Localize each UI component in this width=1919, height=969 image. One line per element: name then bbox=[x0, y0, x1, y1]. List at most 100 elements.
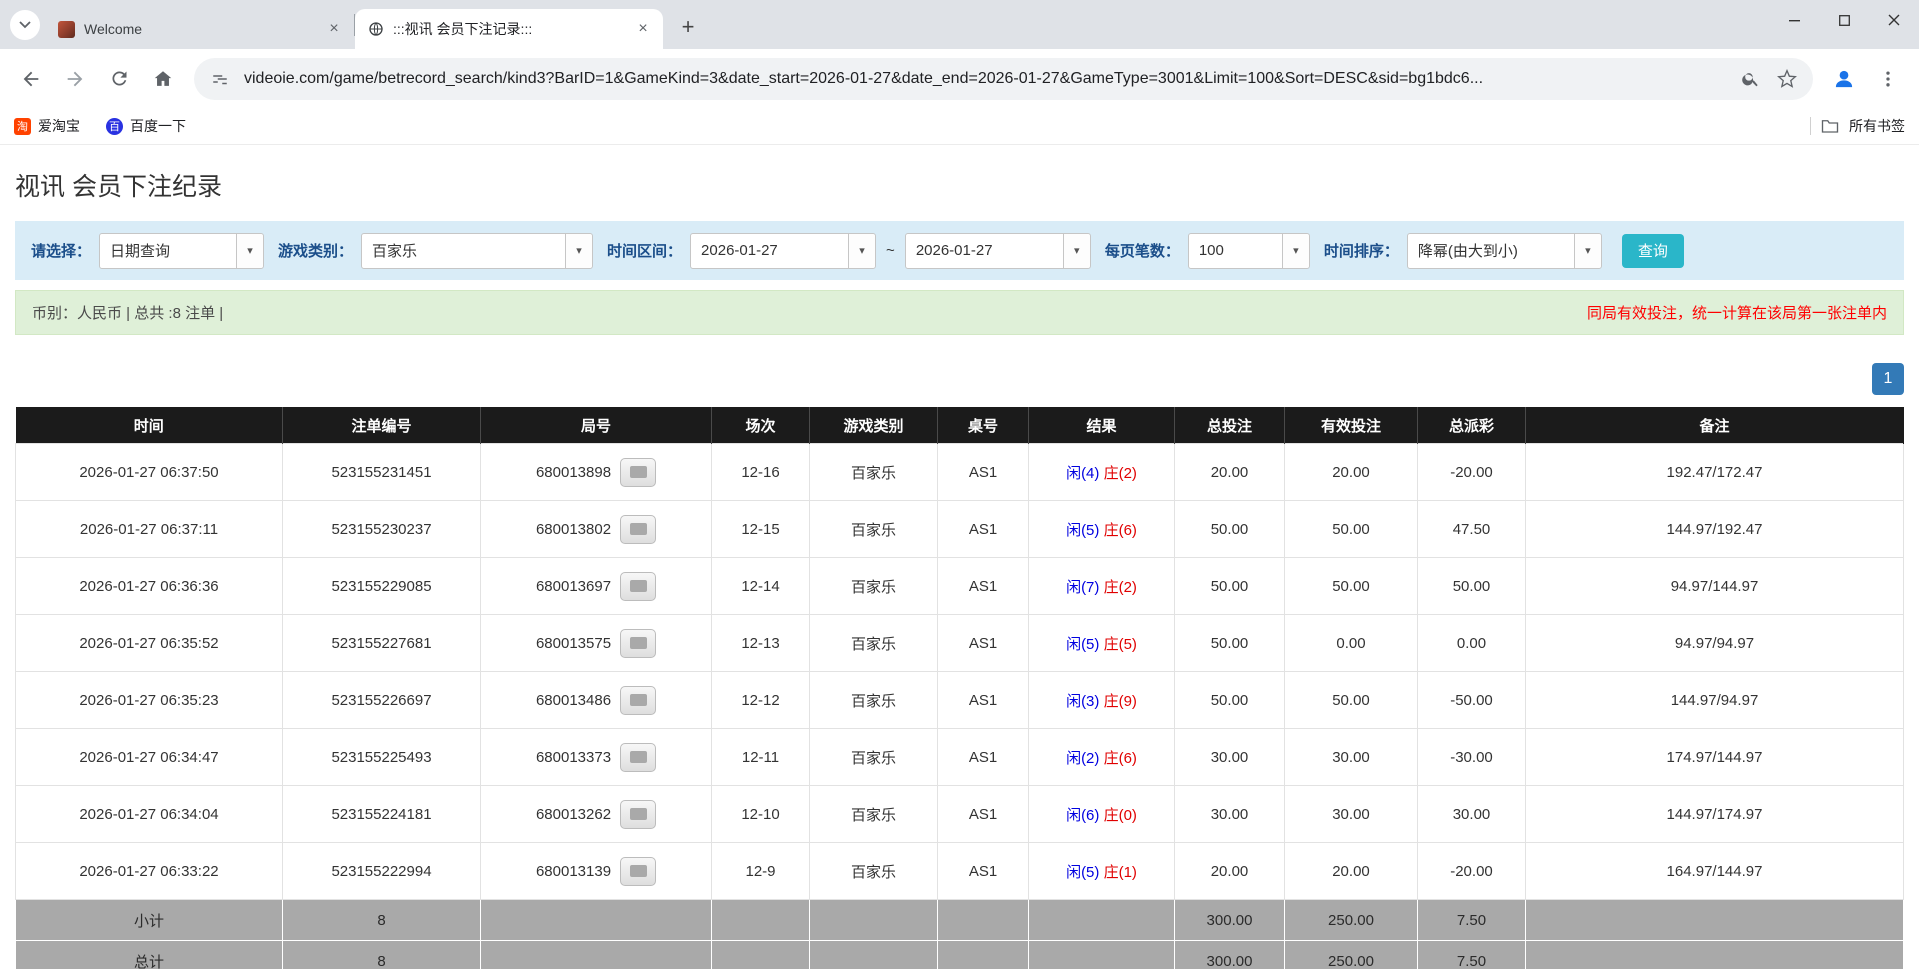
cell-table-no: AS1 bbox=[938, 615, 1029, 672]
cell-result: 闲(7) 庄(2) bbox=[1029, 558, 1175, 615]
result-player: 闲(5) bbox=[1066, 636, 1099, 653]
table-row: 2026-01-27 06:34:47523155225493680013373… bbox=[16, 729, 1904, 786]
result-player: 闲(7) bbox=[1066, 579, 1099, 596]
cell-game-kind bbox=[810, 900, 938, 941]
cell-payout: -20.00 bbox=[1418, 444, 1526, 501]
cell-session: 12-10 bbox=[712, 786, 810, 843]
game-kind-dropdown[interactable]: 百家乐 ▾ bbox=[361, 233, 593, 269]
chevron-down-icon[interactable]: ▾ bbox=[1063, 234, 1090, 268]
cell-game-kind: 百家乐 bbox=[810, 444, 938, 501]
cell-round: 680013262 bbox=[481, 786, 712, 843]
round-replay-icon[interactable] bbox=[620, 458, 656, 487]
maximize-button[interactable] bbox=[1819, 0, 1869, 40]
query-type-dropdown[interactable]: 日期查询 ▾ bbox=[99, 233, 264, 269]
new-tab-button[interactable]: + bbox=[673, 12, 703, 42]
cell-bet-id: 523155227681 bbox=[283, 615, 481, 672]
date-start-dropdown[interactable]: 2026-01-27 ▾ bbox=[690, 233, 876, 269]
tab-strip: Welcome × :::视讯 会员下注记录::: × + bbox=[0, 0, 1919, 49]
home-button[interactable] bbox=[142, 58, 184, 100]
address-bar[interactable]: videoie.com/game/betrecord_search/kind3?… bbox=[194, 58, 1813, 100]
refresh-icon bbox=[109, 68, 130, 89]
cell-game-kind: 百家乐 bbox=[810, 672, 938, 729]
close-window-button[interactable] bbox=[1869, 0, 1919, 40]
cell-result bbox=[1029, 900, 1175, 941]
cell-total-bet: 300.00 bbox=[1175, 900, 1285, 941]
round-replay-icon[interactable] bbox=[620, 800, 656, 829]
round-replay-icon[interactable] bbox=[620, 629, 656, 658]
round-replay-icon[interactable] bbox=[620, 857, 656, 886]
round-replay-icon[interactable] bbox=[620, 686, 656, 715]
chevron-down-icon[interactable]: ▾ bbox=[848, 234, 875, 268]
page-content: 视讯 会员下注纪录 请选择： 日期查询 ▾ 游戏类别： 百家乐 ▾ 时间区间： … bbox=[0, 145, 1919, 969]
cell-valid-bet: 20.00 bbox=[1285, 444, 1418, 501]
back-arrow-icon bbox=[20, 68, 42, 90]
globe-favicon-icon bbox=[367, 21, 384, 38]
page-number-button[interactable]: 1 bbox=[1872, 363, 1904, 395]
tab-betrecord[interactable]: :::视讯 会员下注记录::: × bbox=[355, 9, 663, 49]
bookmark-aitaobao[interactable]: 淘 爱淘宝 bbox=[14, 116, 80, 136]
cell-note: 192.47/172.47 bbox=[1526, 444, 1904, 501]
cell-valid-bet: 250.00 bbox=[1285, 941, 1418, 969]
url-text: videoie.com/game/betrecord_search/kind3?… bbox=[244, 70, 1727, 88]
bookmark-baidu[interactable]: 百 百度一下 bbox=[106, 116, 186, 136]
cell-bet-id: 523155225493 bbox=[283, 729, 481, 786]
refresh-button[interactable] bbox=[98, 58, 140, 100]
cell-count: 8 bbox=[283, 941, 481, 969]
cell-payout: -30.00 bbox=[1418, 729, 1526, 786]
round-replay-icon[interactable] bbox=[620, 515, 656, 544]
table-row: 2026-01-27 06:35:23523155226697680013486… bbox=[16, 672, 1904, 729]
site-settings-icon[interactable] bbox=[208, 67, 232, 91]
cell-note: 94.97/144.97 bbox=[1526, 558, 1904, 615]
all-bookmarks-button[interactable]: 所有书签 bbox=[1810, 116, 1905, 136]
all-bookmarks-label: 所有书签 bbox=[1849, 116, 1905, 136]
column-header: 时间 bbox=[16, 407, 283, 444]
cell-valid-bet: 50.00 bbox=[1285, 672, 1418, 729]
result-player: 闲(3) bbox=[1066, 693, 1099, 710]
cell-game-kind: 百家乐 bbox=[810, 501, 938, 558]
round-replay-icon[interactable] bbox=[620, 743, 656, 772]
cell-time: 2026-01-27 06:34:04 bbox=[16, 786, 283, 843]
chevron-down-icon[interactable]: ▾ bbox=[1282, 234, 1309, 268]
cell-session: 12-14 bbox=[712, 558, 810, 615]
zoom-icon[interactable] bbox=[1739, 67, 1763, 91]
per-page-dropdown[interactable]: 100 ▾ bbox=[1188, 233, 1310, 269]
tab-title: :::视讯 会员下注记录::: bbox=[393, 19, 624, 39]
round-replay-icon[interactable] bbox=[620, 572, 656, 601]
cell-session: 12-11 bbox=[712, 729, 810, 786]
forward-button[interactable] bbox=[54, 58, 96, 100]
date-end-dropdown[interactable]: 2026-01-27 ▾ bbox=[905, 233, 1091, 269]
valid-bet-notice: 同局有效投注，统一计算在该局第一张注单内 bbox=[1587, 302, 1887, 323]
round-id: 680013697 bbox=[536, 578, 611, 595]
chevron-down-icon[interactable]: ▾ bbox=[236, 234, 263, 268]
tab-title: Welcome bbox=[84, 21, 315, 37]
sort-dropdown[interactable]: 降幂(由大到小) ▾ bbox=[1407, 233, 1602, 269]
cell-round bbox=[481, 941, 712, 969]
profile-avatar[interactable] bbox=[1823, 58, 1865, 100]
bookmark-star-icon[interactable] bbox=[1775, 67, 1799, 91]
search-button[interactable]: 查询 bbox=[1622, 234, 1684, 268]
tab-close-icon[interactable]: × bbox=[324, 19, 344, 39]
cell-bet-id: 523155222994 bbox=[283, 843, 481, 900]
result-player: 闲(2) bbox=[1066, 750, 1099, 767]
back-button[interactable] bbox=[10, 58, 52, 100]
cell-game-kind: 百家乐 bbox=[810, 843, 938, 900]
game-kind-value: 百家乐 bbox=[362, 234, 565, 268]
chevron-down-icon[interactable]: ▾ bbox=[565, 234, 592, 268]
tab-search-button[interactable] bbox=[10, 10, 40, 40]
tab-close-icon[interactable]: × bbox=[633, 19, 653, 39]
cell-valid-bet: 0.00 bbox=[1285, 615, 1418, 672]
table-header-row: 时间注单编号局号场次游戏类别桌号结果总投注有效投注总派彩备注 bbox=[16, 407, 1904, 444]
cell-result: 闲(3) 庄(9) bbox=[1029, 672, 1175, 729]
cell-payout: -20.00 bbox=[1418, 843, 1526, 900]
minimize-button[interactable] bbox=[1769, 0, 1819, 40]
round-id: 680013575 bbox=[536, 635, 611, 652]
tab-welcome[interactable]: Welcome × bbox=[46, 9, 354, 49]
cell-valid-bet: 30.00 bbox=[1285, 729, 1418, 786]
browser-menu-button[interactable] bbox=[1867, 58, 1909, 100]
cell-bet-id: 523155231451 bbox=[283, 444, 481, 501]
sort-value: 降幂(由大到小) bbox=[1408, 234, 1574, 268]
cell-round: 680013697 bbox=[481, 558, 712, 615]
bookmark-label: 爱淘宝 bbox=[38, 116, 80, 136]
filter-bar: 请选择： 日期查询 ▾ 游戏类别： 百家乐 ▾ 时间区间： 2026-01-27… bbox=[15, 221, 1904, 280]
chevron-down-icon[interactable]: ▾ bbox=[1574, 234, 1601, 268]
